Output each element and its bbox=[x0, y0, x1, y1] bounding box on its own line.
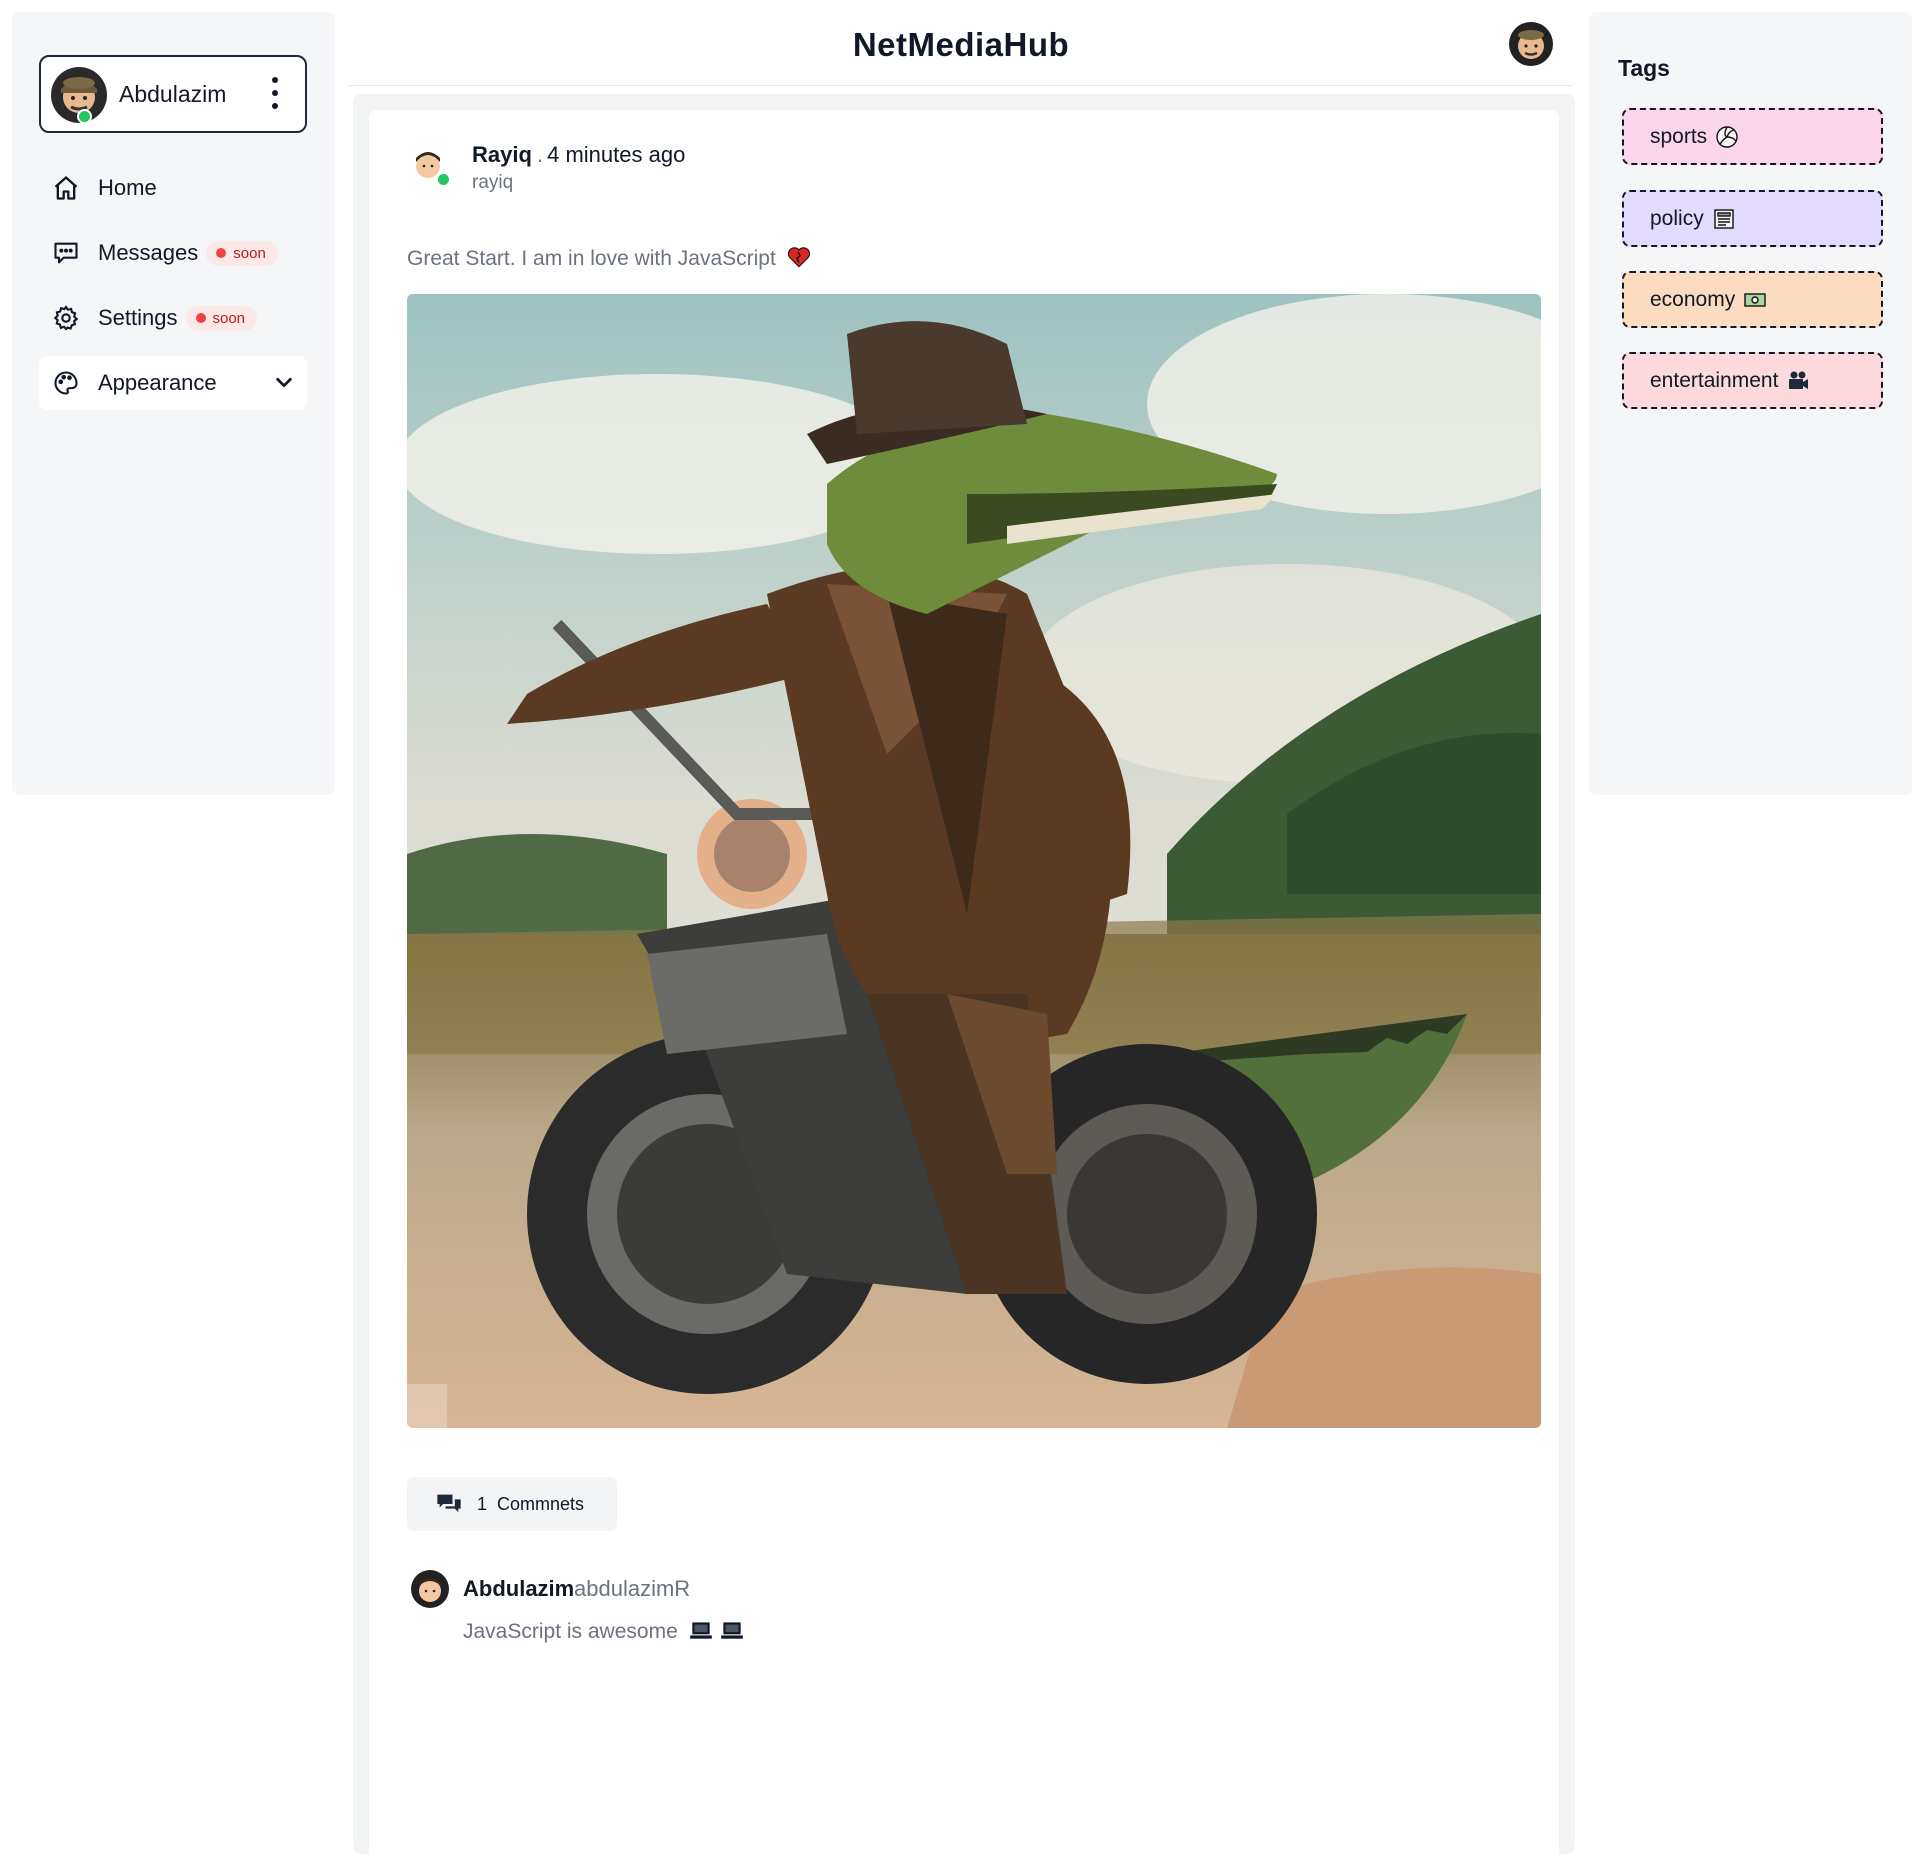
soon-badge: soon bbox=[185, 305, 258, 331]
comment-item: Abdulazim abdulazimR JavaScript is aweso… bbox=[411, 1570, 1211, 1650]
post-author-avatar[interactable] bbox=[408, 144, 451, 187]
top-header: NetMediaHub bbox=[349, 12, 1573, 86]
laptop-icon bbox=[689, 1622, 712, 1639]
chevron-down-icon[interactable] bbox=[273, 371, 295, 393]
comment-text: JavaScript is awesome bbox=[463, 1617, 745, 1644]
palette-icon bbox=[54, 371, 78, 395]
feed: Rayiq .4 minutes ago rayiq Great Start. … bbox=[353, 94, 1575, 1870]
tag-sports[interactable]: sports bbox=[1622, 108, 1883, 165]
left-sidebar: Abdulazim Home Messages soon Settings so… bbox=[12, 12, 335, 795]
post-image[interactable] bbox=[407, 294, 1541, 1428]
soon-badge: soon bbox=[206, 240, 278, 266]
camera-icon bbox=[1789, 371, 1809, 389]
comments-label: Commnets bbox=[497, 1493, 585, 1514]
message-icon bbox=[54, 242, 78, 264]
comment-author-name[interactable]: Abdulazim bbox=[463, 1576, 574, 1602]
profile-card[interactable]: Abdulazim bbox=[39, 55, 307, 133]
post-author-name[interactable]: Rayiq bbox=[472, 142, 532, 168]
tag-label: economy bbox=[1650, 287, 1736, 311]
newspaper-icon bbox=[1714, 208, 1734, 229]
nav-item-settings[interactable]: Settings soon bbox=[39, 291, 307, 345]
tag-label: sports bbox=[1650, 124, 1708, 148]
online-indicator bbox=[436, 172, 451, 187]
main-nav: Home Messages soon Settings soon Appeara… bbox=[39, 161, 307, 421]
tag-entertainment[interactable]: entertainment bbox=[1622, 352, 1883, 409]
nav-label: Home bbox=[98, 175, 157, 200]
nav-item-home[interactable]: Home bbox=[39, 161, 307, 215]
post-text: Great Start. I am in love with JavaScrip… bbox=[407, 244, 812, 271]
nav-item-appearance[interactable]: Appearance bbox=[39, 356, 307, 410]
tag-label: policy bbox=[1650, 206, 1704, 230]
comment-author-handle: abdulazimR bbox=[574, 1576, 691, 1601]
gear-icon bbox=[53, 305, 79, 331]
nav-label: Appearance bbox=[98, 370, 217, 395]
header-avatar[interactable] bbox=[1509, 22, 1553, 66]
tag-label: entertainment bbox=[1650, 368, 1779, 392]
online-indicator bbox=[77, 109, 92, 124]
brand-title[interactable]: NetMediaHub bbox=[349, 26, 1573, 64]
tags-title: Tags bbox=[1618, 55, 1670, 81]
tag-policy[interactable]: policy bbox=[1622, 190, 1883, 247]
heart-icon bbox=[787, 247, 810, 268]
post-author-handle: rayiq bbox=[472, 172, 514, 193]
profile-avatar[interactable] bbox=[51, 67, 107, 124]
money-icon bbox=[1744, 292, 1766, 307]
comment-avatar[interactable] bbox=[411, 1570, 449, 1608]
home-icon bbox=[54, 176, 78, 200]
more-options-icon[interactable] bbox=[271, 77, 279, 109]
comments-icon bbox=[437, 1494, 461, 1513]
volleyball-icon bbox=[1716, 125, 1738, 148]
comments-button[interactable]: 1 Commnets bbox=[407, 1477, 617, 1531]
profile-name: Abdulazim bbox=[119, 81, 227, 107]
right-sidebar: Tags sports policy economy entertainment bbox=[1589, 12, 1912, 795]
tag-economy[interactable]: economy bbox=[1622, 271, 1883, 328]
nav-label: Settings bbox=[98, 305, 178, 330]
comments-count: 1 bbox=[477, 1493, 488, 1514]
nav-label: Messages bbox=[98, 240, 199, 265]
nav-item-messages[interactable]: Messages soon bbox=[39, 226, 307, 280]
post-card: Rayiq .4 minutes ago rayiq Great Start. … bbox=[369, 110, 1559, 1870]
post-timestamp: .4 minutes ago bbox=[537, 142, 686, 167]
laptop-icon bbox=[721, 1622, 744, 1639]
